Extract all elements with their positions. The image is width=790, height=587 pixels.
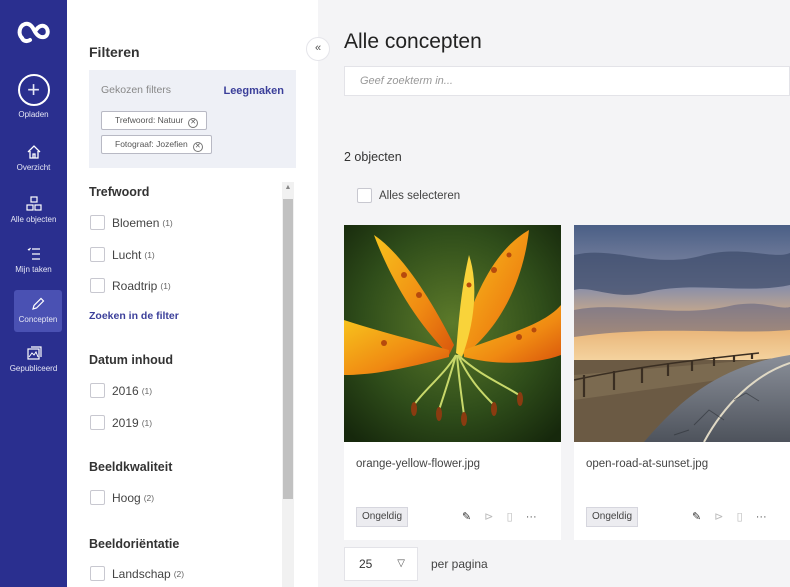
filter-chip[interactable]: Trefwoord: Natuur ✕ <box>101 111 208 130</box>
page-title: Alle concepten <box>344 30 482 53</box>
edit-icon[interactable]: ✎ <box>692 511 701 523</box>
option-label: Landschap <box>112 566 171 581</box>
clear-filters-button[interactable]: Leegmaken <box>223 85 284 97</box>
select-all-label: Alles selecteren <box>379 189 461 202</box>
delete-icon[interactable]: ▯ <box>507 511 513 523</box>
rail-item-my-tasks[interactable]: Mijn taken <box>0 246 67 274</box>
option-count: (2) <box>143 492 155 503</box>
published-icon <box>26 346 42 360</box>
option-label: 2016 <box>112 383 139 398</box>
checkbox[interactable] <box>90 215 105 230</box>
option-count: (1) <box>162 217 173 228</box>
chip-label: Fotograaf: Jozefien <box>115 139 188 149</box>
app-logo-icon[interactable] <box>16 18 52 46</box>
asset-card[interactable]: orange-yellow-flower.jpg Ongeldig ✎ ⊳ ▯ … <box>344 225 561 540</box>
checkbox[interactable] <box>90 566 105 581</box>
rail-item-concepts[interactable]: Concepten <box>14 290 62 332</box>
flower-image <box>344 225 561 442</box>
rail-item-label: Opladen <box>18 110 49 119</box>
collapse-panel-button[interactable]: « <box>306 37 330 61</box>
section-title-beeldorientatie: Beeldoriëntatie <box>89 537 180 551</box>
chosen-filters-label: Gekozen filters <box>101 84 172 96</box>
filter-scrollbar[interactable]: ▲ <box>282 182 294 587</box>
asset-thumbnail[interactable] <box>574 225 790 442</box>
asset-filename: open-road-at-sunset.jpg <box>586 458 709 470</box>
option-count: (1) <box>144 249 155 260</box>
select-all[interactable]: Alles selecteren <box>357 188 460 203</box>
search-input[interactable]: Geef zoekterm in... <box>344 66 790 96</box>
section-title-trefwoord: Trefwoord <box>89 185 150 199</box>
option-label: Lucht <box>112 247 142 262</box>
checkbox[interactable] <box>90 247 105 262</box>
status-badge: Ongeldig <box>586 507 639 527</box>
per-page-value: 25 <box>359 557 373 571</box>
rail-item-upload[interactable]: + Opladen <box>0 74 67 119</box>
pencil-icon <box>32 297 45 310</box>
rail-item-label: Alle objecten <box>10 215 57 224</box>
per-page-label: per pagina <box>431 557 488 571</box>
delete-icon[interactable]: ▯ <box>737 511 743 523</box>
rail-item-label: Overzicht <box>16 163 51 172</box>
option-label: 2019 <box>112 415 139 430</box>
rail-item-overview[interactable]: Overzicht <box>0 144 67 172</box>
checkbox[interactable] <box>90 415 105 430</box>
home-icon <box>27 145 40 159</box>
asset-thumbnail[interactable] <box>344 225 561 442</box>
rail-item-all-objects[interactable]: Alle objecten <box>0 196 67 224</box>
rail-item-label: Concepten <box>18 315 58 324</box>
filter-option[interactable]: Hoog (2) <box>90 490 154 505</box>
chosen-filters-box: Gekozen filters Leegmaken Trefwoord: Nat… <box>89 70 296 168</box>
per-page-select[interactable]: 25 ▽ <box>344 547 418 581</box>
option-count: (2) <box>173 568 185 579</box>
object-count: 2 objecten <box>344 150 402 164</box>
option-count: (1) <box>160 280 171 291</box>
option-label: Bloemen <box>112 215 160 230</box>
status-badge: Ongeldig <box>356 507 409 527</box>
more-options-icon[interactable]: ··· <box>526 511 537 523</box>
option-label: Hoog <box>112 490 141 505</box>
asset-filename: orange-yellow-flower.jpg <box>356 458 481 470</box>
filter-title: Filteren <box>89 44 140 60</box>
more-options-icon[interactable]: ··· <box>756 511 767 523</box>
tasks-icon <box>27 247 40 260</box>
edit-icon[interactable]: ✎ <box>462 511 471 523</box>
checkbox[interactable] <box>90 278 105 293</box>
filter-option[interactable]: Lucht (1) <box>90 247 155 262</box>
filter-option[interactable]: Landschap (2) <box>90 566 184 581</box>
select-all-checkbox[interactable] <box>357 188 372 203</box>
left-navigation-rail: + Opladen Overzicht Alle objecten Mijn t… <box>0 0 67 587</box>
scrollbar-thumb[interactable] <box>283 199 293 499</box>
option-count: (1) <box>141 417 153 428</box>
rail-item-label: Gepubliceerd <box>9 364 58 373</box>
filter-option[interactable]: 2019 (1) <box>90 415 152 430</box>
filter-option[interactable]: Bloemen (1) <box>90 215 173 230</box>
section-title-beeldkwaliteit: Beeldkwaliteit <box>89 460 173 474</box>
road-image <box>574 225 790 442</box>
chip-label: Trefwoord: Natuur <box>115 115 184 125</box>
rail-item-label: Mijn taken <box>15 265 52 274</box>
objects-icon <box>25 196 42 211</box>
option-count: (1) <box>141 385 153 396</box>
chevron-down-icon: ▽ <box>397 558 405 569</box>
double-chevron-left-icon: « <box>314 42 322 54</box>
scroll-up-arrow-icon[interactable]: ▲ <box>282 184 294 191</box>
rail-item-published[interactable]: Gepubliceerd <box>0 345 67 373</box>
filter-option[interactable]: 2016 (1) <box>90 383 152 398</box>
checkbox[interactable] <box>90 383 105 398</box>
plus-icon: + <box>17 74 50 106</box>
asset-card[interactable]: open-road-at-sunset.jpg Ongeldig ✎ ⊳ ▯ ·… <box>574 225 790 540</box>
remove-chip-icon[interactable]: ✕ <box>188 118 199 128</box>
publish-icon[interactable]: ⊳ <box>714 511 723 523</box>
remove-chip-icon[interactable]: ✕ <box>192 142 203 152</box>
filter-chip[interactable]: Fotograaf: Jozefien ✕ <box>101 135 212 154</box>
search-in-filter-link[interactable]: Zoeken in de filter <box>89 310 179 322</box>
filter-panel: Filteren Gekozen filters Leegmaken Trefw… <box>67 0 318 587</box>
card-actions: ✎ ⊳ ▯ ··· <box>452 510 537 523</box>
filter-option[interactable]: Roadtrip (1) <box>90 278 171 293</box>
publish-icon[interactable]: ⊳ <box>484 511 493 523</box>
section-title-datum: Datum inhoud <box>89 353 174 367</box>
option-label: Roadtrip <box>112 278 158 293</box>
card-actions: ✎ ⊳ ▯ ··· <box>682 510 767 523</box>
checkbox[interactable] <box>90 490 105 505</box>
